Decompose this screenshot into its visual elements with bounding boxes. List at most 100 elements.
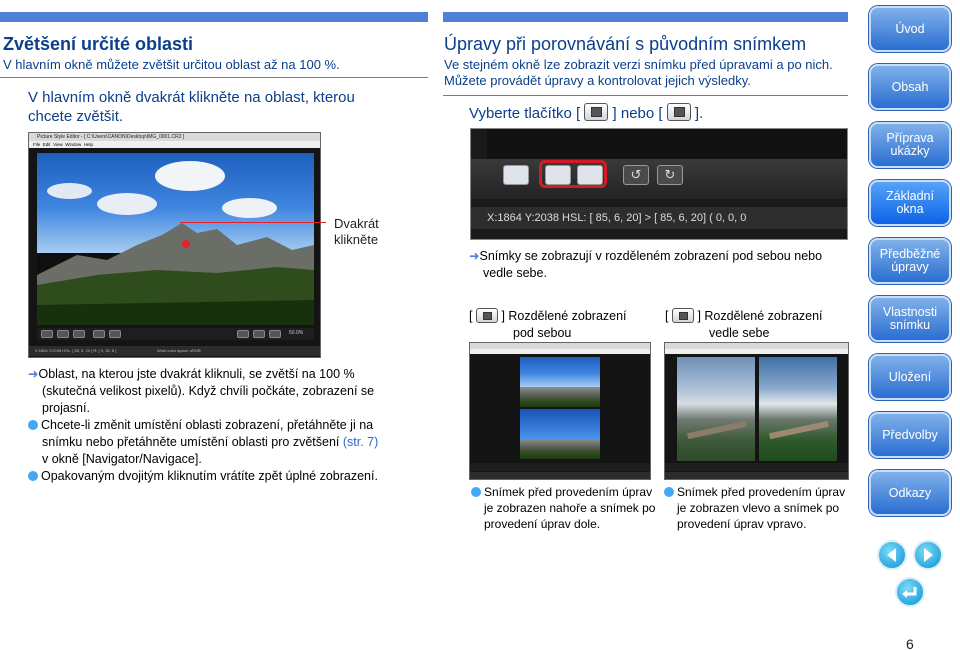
rotate-right-button[interactable]: ↻: [657, 165, 683, 185]
split-horizontal-icon: [671, 308, 694, 323]
caption-vertical: Snímek před provedením úprav je zobrazen…: [471, 484, 661, 532]
window-toolbar: [665, 463, 848, 471]
window-titlebar: Picture Style Editor - [ C:\Users\CANON\…: [29, 133, 320, 141]
page-7-link[interactable]: (str. 7): [343, 435, 378, 449]
next-page-button[interactable]: [913, 540, 943, 570]
result-line2: vedle sebe.: [483, 266, 547, 280]
nav-predvolby[interactable]: Předvolby: [869, 412, 951, 458]
left-subtitle: V hlavním okně můžete zvětšit určitou ob…: [3, 57, 340, 72]
top-bar-left: [0, 12, 428, 22]
note2-line2-text: snímku nebo přetáhněte umístění oblasti …: [42, 435, 343, 449]
arrow-right-icon: [924, 548, 933, 562]
nav-ulozeni[interactable]: Uložení: [869, 354, 951, 400]
split-h-label2: vedle sebe: [709, 326, 770, 340]
split-vertical-button[interactable]: [545, 165, 571, 185]
toolbar-btn-8[interactable]: [269, 330, 281, 338]
note-2: Chcete-li změnit umístění oblasti zobraz…: [28, 417, 398, 434]
nav-priprava-ukazky[interactable]: Příprava ukázky: [869, 122, 951, 168]
back-button[interactable]: [895, 577, 925, 607]
nav-zakladni-okna[interactable]: Základní okna: [869, 180, 951, 226]
note1-line2: (skutečná velikost pixelů). Když chvíli …: [42, 384, 375, 398]
right-divider: [443, 95, 848, 96]
window-menubar: File Edit View Window Help: [29, 141, 320, 148]
split-horizontal-screenshot: [664, 342, 849, 480]
after-image-right: [759, 357, 837, 461]
note3-text: Opakovaným dvojitým kliknutím vrátíte zp…: [41, 469, 378, 483]
toolbar-crop-screenshot: ↺ ↻ X:1864 Y:2038 HSL: [ 85, 6, 20] > [ …: [470, 128, 848, 240]
arrow-left-icon: [887, 548, 896, 562]
toolbar-btn-1[interactable]: [41, 330, 53, 338]
prev-page-button[interactable]: [877, 540, 907, 570]
menu-view[interactable]: View: [53, 142, 63, 147]
menu-edit[interactable]: Edit: [43, 142, 51, 147]
split-vertical-icon: [584, 103, 609, 121]
callout-line1: Dvakrát: [334, 216, 379, 231]
bullet-icon: [471, 487, 481, 497]
double-click-marker: [182, 240, 190, 248]
nav-obsah[interactable]: Obsah: [869, 64, 951, 110]
result-line1: Snímky se zobrazují v rozděleném zobraze…: [479, 249, 823, 263]
caption-horizontal: Snímek před provedením úprav je zobrazen…: [664, 484, 854, 532]
bracket-open-2: [: [665, 309, 669, 323]
nav-uvod[interactable]: Úvod: [869, 6, 951, 52]
note1-line1: Oblast, na kterou jste dvakrát kliknuli,…: [38, 367, 355, 381]
note-1: ➜Oblast, na kterou jste dvakrát kliknuli…: [28, 366, 398, 383]
nav-vlastnosti-snimku[interactable]: Vlastnosti snímku: [869, 296, 951, 342]
nav-odkazy[interactable]: Odkazy: [869, 470, 951, 516]
toolbar-btn-5[interactable]: [109, 330, 121, 338]
toolbar-btn-2[interactable]: [57, 330, 69, 338]
split-vertical-label: [ ] Rozdělené zobrazení pod sebou: [469, 308, 627, 342]
status-colorspace: Work color space: sRGB: [157, 348, 201, 353]
arrow-right-icon: ➜: [469, 249, 480, 263]
right-sub-line1: Ve stejném okně lze zobrazit verzi snímk…: [444, 57, 833, 72]
rotate-left-button[interactable]: ↺: [623, 165, 649, 185]
return-icon: [902, 587, 917, 598]
note2-line2: snímku nebo přetáhněte umístění oblasti …: [28, 434, 398, 451]
bullet-icon: [28, 420, 38, 430]
window-statusbar: [665, 472, 848, 479]
arrow-right-icon: ➜: [28, 367, 39, 381]
callout-line2: klikněte: [334, 232, 379, 247]
bullet-icon: [664, 487, 674, 497]
menu-help[interactable]: Help: [84, 142, 93, 147]
toolbar-crop-image-area: [487, 129, 847, 159]
right-sub-line2: Můžete provádět úpravy a kontrolovat jej…: [444, 73, 751, 88]
cap2-line3: provedení úprav vpravo.: [677, 517, 807, 531]
before-image-top: [520, 357, 600, 407]
main-window-screenshot: Picture Style Editor - [ C:\Users\CANON\…: [28, 132, 321, 358]
nav-predbezne-upravy[interactable]: Předběžné úpravy: [869, 238, 951, 284]
callout-line: [180, 222, 326, 223]
top-bar-right: [443, 12, 848, 22]
left-step-1: V hlavním okně dvakrát klikněte na oblas…: [28, 88, 355, 126]
single-view-button[interactable]: [503, 165, 529, 185]
window-toolbar: [470, 463, 650, 471]
toolbar-btn-3[interactable]: [73, 330, 85, 338]
left-step-line1: V hlavním okně dvakrát klikněte na oblas…: [28, 89, 355, 106]
menu-window[interactable]: Window: [65, 142, 81, 147]
left-title: Zvětšení určité oblasti: [3, 34, 194, 54]
note2-line1: Chcete-li změnit umístění oblasti zobraz…: [41, 418, 374, 432]
cloud-2: [97, 193, 157, 215]
cap2-line1: Snímek před provedením úprav: [677, 485, 846, 499]
cap1-line3: provedení úprav dole.: [484, 517, 601, 531]
window-statusbar: [470, 472, 650, 479]
cap2-line2: je zobrazen vlevo a snímek po: [677, 501, 840, 515]
split-vertical-icon: [475, 308, 498, 323]
cap1-line1: Snímek před provedením úprav: [484, 485, 653, 499]
window-menubar: [665, 349, 848, 354]
split-horizontal-icon: [666, 103, 691, 121]
page-number: 6: [906, 636, 914, 650]
split-horizontal-label: [ ] Rozdělené zobrazení vedle sebe: [665, 308, 823, 342]
left-step-line2: chcete zvětšit.: [28, 108, 124, 125]
toolbar-btn-7[interactable]: [253, 330, 265, 338]
image-viewport[interactable]: [37, 153, 314, 325]
right-step: Vyberte tlačítko [ ] nebo [ ].: [469, 103, 703, 122]
menu-file[interactable]: File: [33, 142, 40, 147]
note2-line3: v okně [Navigator/Navigace].: [42, 452, 202, 466]
right-step-mid: ] nebo [: [612, 105, 663, 122]
split-horizontal-button[interactable]: [577, 165, 603, 185]
right-result: ➜Snímky se zobrazují v rozděleném zobraz…: [469, 248, 849, 282]
status-pixel-info: X:1864 Y:2038 HSL: [ 85, 6, 20 ] R: [ 5,…: [35, 348, 117, 353]
toolbar-btn-4[interactable]: [93, 330, 105, 338]
toolbar-btn-6[interactable]: [237, 330, 249, 338]
